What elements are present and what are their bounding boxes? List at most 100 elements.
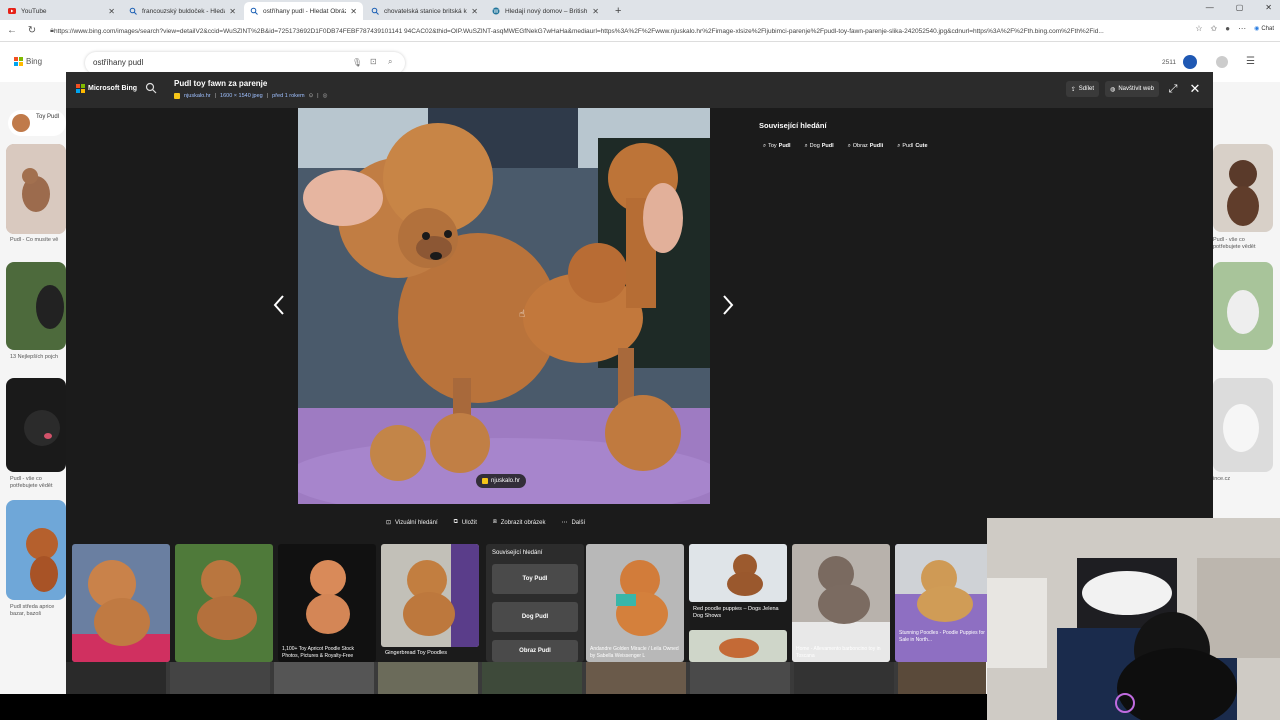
bg-thumb-left-2[interactable] [6, 144, 66, 234]
bg-thumb-right-1[interactable] [1213, 144, 1273, 232]
next-image-arrow-icon[interactable] [721, 294, 735, 322]
related-chip-obraz-pudli[interactable]: ⌕ Obraz Pudli [844, 140, 888, 152]
visit-site-button[interactable]: ◍ Navštívit web [1105, 81, 1159, 97]
visual-search-icon: ⊡ [386, 520, 392, 526]
tab-francouzsky-buldocek[interactable]: francouzský buldoček - Hledat ✕ [123, 2, 242, 20]
related-card-title: Související hledání [492, 550, 543, 556]
close-icon[interactable]: ✕ [592, 7, 599, 16]
bg-caption: Pudl - Co musíte vě [10, 237, 59, 243]
tab-bar: YouTube ✕ francouzský buldoček - Hledat … [0, 0, 1280, 20]
related-chip-toy-pudl[interactable]: ⌕ Toy Pudl [759, 140, 795, 152]
hamburger-menu-icon[interactable]: ☰ [1246, 56, 1255, 67]
star-icon[interactable]: ☆ [1195, 24, 1202, 33]
close-icon[interactable]: ✕ [350, 7, 357, 16]
bing-logo[interactable]: Bing [14, 57, 42, 66]
poodle-image [1213, 262, 1273, 350]
chip-bold: Pudl [778, 143, 791, 149]
url-field[interactable]: https://www.bing.com/images/search?view=… [54, 24, 1164, 38]
view-image-button[interactable]: ⧈ Zobrazit obrázek [493, 519, 546, 526]
close-icon[interactable]: ✕ [471, 7, 478, 16]
poodle-image [1213, 144, 1273, 232]
similar-image-8[interactable]: Stunning Poodles - Poodle Puppies for Sa… [895, 544, 993, 662]
bg-thumb-left-3[interactable] [6, 262, 66, 350]
save-button[interactable]: ⧉ Uložit [454, 519, 477, 526]
search-icon[interactable]: ⌕ [388, 57, 392, 67]
rewards-icon[interactable] [1183, 55, 1197, 69]
webcam-overlay [987, 518, 1280, 720]
bg-thumb-left-1[interactable]: Toy Pudl [8, 110, 66, 136]
microsoft-logo-icon [76, 84, 85, 93]
poodle-image [278, 544, 376, 662]
tab-youtube[interactable]: YouTube ✕ [2, 2, 121, 20]
close-window-icon[interactable]: ✕ [1265, 3, 1272, 12]
poodle-image [72, 544, 170, 662]
bg-thumb-right-3[interactable] [1213, 378, 1273, 472]
similar-image-6[interactable] [689, 544, 787, 602]
chat-button[interactable]: ◉ Chat [1254, 25, 1274, 33]
similar-image-5[interactable]: Andandre Golden Miracle / Leila Owned by… [586, 544, 684, 662]
close-icon[interactable]: ✕ [1187, 81, 1203, 97]
related-chip-pudl-cute[interactable]: ⌕ Pudl Cute [893, 140, 931, 152]
tab-british-velvet[interactable]: W Hledají nový domov – British Velvet ✕ [486, 2, 605, 20]
similar-image-1[interactable] [72, 544, 170, 662]
address-bar: ← ↻ 🔒︎ https://www.bing.com/images/searc… [0, 20, 1280, 42]
tab-ostrihany-pudl[interactable]: ostříhany pudl - Hledat Obrázky ✕ [244, 2, 363, 20]
settings-icon[interactable]: ◎ [323, 93, 328, 99]
profile-icon[interactable]: ● [1225, 24, 1230, 33]
main-image[interactable]: njuskalo.hr [298, 108, 710, 504]
rewards-count[interactable]: 2511 [1162, 59, 1176, 66]
tab-chovatelska-stanice[interactable]: chovatelská stanice britská kočka ✕ [365, 2, 484, 20]
mic-icon[interactable]: 🎙︎ [352, 58, 362, 67]
bg-thumb-caption: Toy Pudl [36, 114, 60, 120]
new-tab-button[interactable]: + [615, 2, 621, 20]
tool-label: Další [571, 519, 586, 526]
thumb-caption: Stunning Poodles - Poodle Puppies for Sa… [899, 630, 985, 643]
microsoft-bing-logo[interactable]: Microsoft Bing [76, 84, 137, 93]
bg-thumb-right-2[interactable] [1213, 262, 1273, 350]
image-size[interactable]: 1600 × 1540 jpeg [220, 93, 263, 99]
poodle-image [895, 544, 993, 662]
menu-dots-icon[interactable]: ⋯ [1238, 24, 1246, 33]
profile-icon[interactable] [1216, 56, 1228, 68]
image-meta: njuskalo.hr | 1600 × 1540 jpeg | před 1 … [174, 93, 327, 99]
related-card-item[interactable]: Toy Pudl [492, 564, 578, 594]
poodle-image [792, 544, 890, 662]
similar-image-3[interactable]: 1,100+ Toy Apricot Poodle Stock Photos, … [278, 544, 376, 662]
divider: | [214, 93, 217, 99]
poodle-image [586, 544, 684, 662]
expand-icon[interactable]: ⤢ [1165, 81, 1181, 97]
close-icon[interactable]: ✕ [229, 7, 236, 16]
info-icon[interactable]: ⊙ [309, 93, 314, 99]
search-icon[interactable] [145, 82, 159, 96]
similar-image-4[interactable] [381, 544, 479, 647]
source-favicon-icon [174, 93, 180, 99]
more-button[interactable]: ⋯ Další [561, 519, 586, 527]
minimize-icon[interactable]: — [1206, 3, 1214, 12]
close-icon[interactable]: ✕ [108, 7, 115, 16]
maximize-icon[interactable]: ▢ [1236, 3, 1244, 12]
similar-image-6b[interactable] [689, 630, 787, 662]
bing-b-icon [14, 57, 23, 66]
visual-search-button[interactable]: ⊡ Vizuální hledání [386, 519, 438, 527]
share-button[interactable]: ⇪ Sdílet [1065, 81, 1100, 97]
image-age[interactable]: před 1 rokem [272, 93, 304, 99]
related-card-item[interactable]: Dog Pudl [492, 602, 578, 632]
thumb-caption: Red poodle puppies – Dogs Jelena Dog Sho… [693, 606, 779, 619]
back-icon[interactable]: ← [4, 25, 20, 36]
poodle-image [381, 544, 479, 647]
youtube-icon [8, 7, 16, 15]
related-card-item[interactable]: Obraz Pudl [492, 640, 578, 662]
poodle-image [1213, 378, 1273, 472]
similar-image-7[interactable]: Home - Allevamento barboncino toy in Tos… [792, 544, 890, 662]
reload-icon[interactable]: ↻ [24, 25, 40, 36]
similar-image-2[interactable] [175, 544, 273, 662]
visual-search-icon[interactable]: ⊡ [370, 57, 377, 66]
source-link[interactable]: njuskalo.hr [184, 93, 211, 99]
favorites-icon[interactable]: ✩ [1211, 24, 1218, 33]
related-chip-dog-pudl[interactable]: ⌕ Dog Pudl [801, 140, 838, 152]
bg-thumb-left-4[interactable] [6, 378, 66, 472]
bg-thumb-left-5[interactable] [6, 500, 66, 600]
share-label: Sdílet [1078, 86, 1095, 92]
previous-image-arrow-icon[interactable] [272, 294, 286, 322]
image-source-pill[interactable]: njuskalo.hr [476, 474, 527, 488]
